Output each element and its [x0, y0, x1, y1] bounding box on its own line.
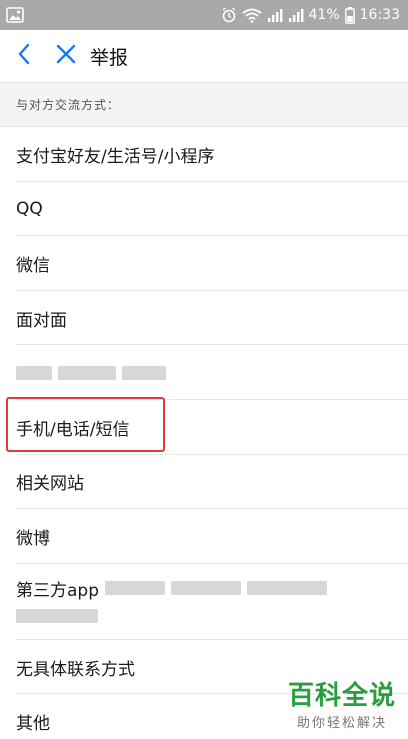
blurred-label-second-line — [16, 608, 98, 623]
wifi-icon — [241, 7, 262, 23]
list-item-blurred[interactable] — [0, 345, 408, 400]
section-header: 与对方交流方式： — [0, 83, 408, 127]
highlight-box — [6, 397, 165, 452]
nav-bar: 举报 — [0, 30, 408, 83]
list-item-label: 面对面 — [16, 310, 67, 331]
chevron-left-icon — [17, 43, 31, 69]
gallery-notification-icon — [6, 7, 24, 23]
list-item-label: 第三方app — [16, 580, 99, 601]
third-party-first-line: 第三方app — [16, 576, 327, 601]
blurred-label — [105, 581, 327, 596]
list-item-label: QQ — [16, 198, 43, 219]
signal-icon-1 — [267, 8, 283, 22]
list-item-label: 微信 — [16, 255, 50, 276]
battery-percent: 41% — [308, 7, 340, 23]
list-item-websites[interactable]: 相关网站 — [0, 455, 408, 510]
watermark-main: 百科全说 — [287, 681, 396, 711]
status-bar: 41% 16:33 — [0, 0, 408, 30]
list-item-weibo[interactable]: 微博 — [0, 509, 408, 564]
list-item-wechat[interactable]: 微信 — [0, 236, 408, 291]
list-item-label: 其他 — [16, 714, 50, 735]
alarm-icon — [221, 7, 237, 23]
watermark: 百科全说 助你轻松解决 — [288, 675, 396, 731]
list-item-alipay[interactable]: 支付宝好友/生活号/小程序 — [0, 127, 408, 182]
close-icon — [56, 44, 76, 68]
list-item-label: 支付宝好友/生活号/小程序 — [16, 146, 215, 167]
close-button[interactable] — [46, 30, 86, 83]
blurred-label — [16, 365, 166, 380]
list-item-label: 相关网站 — [16, 474, 84, 495]
signal-icon-2 — [288, 8, 304, 22]
page-title: 举报 — [90, 46, 129, 69]
list-item-face-to-face[interactable]: 面对面 — [0, 291, 408, 346]
watermark-sub: 助你轻松解决 — [296, 716, 387, 731]
list-item-qq[interactable]: QQ — [0, 182, 408, 237]
list-item-label: 无具体联系方式 — [16, 659, 135, 680]
status-time: 16:33 — [359, 7, 400, 23]
back-button[interactable] — [2, 30, 46, 83]
battery-icon — [344, 6, 355, 24]
list-item-third-party-app[interactable]: 第三方app — [0, 564, 408, 640]
list-item-label: 微博 — [16, 528, 50, 549]
